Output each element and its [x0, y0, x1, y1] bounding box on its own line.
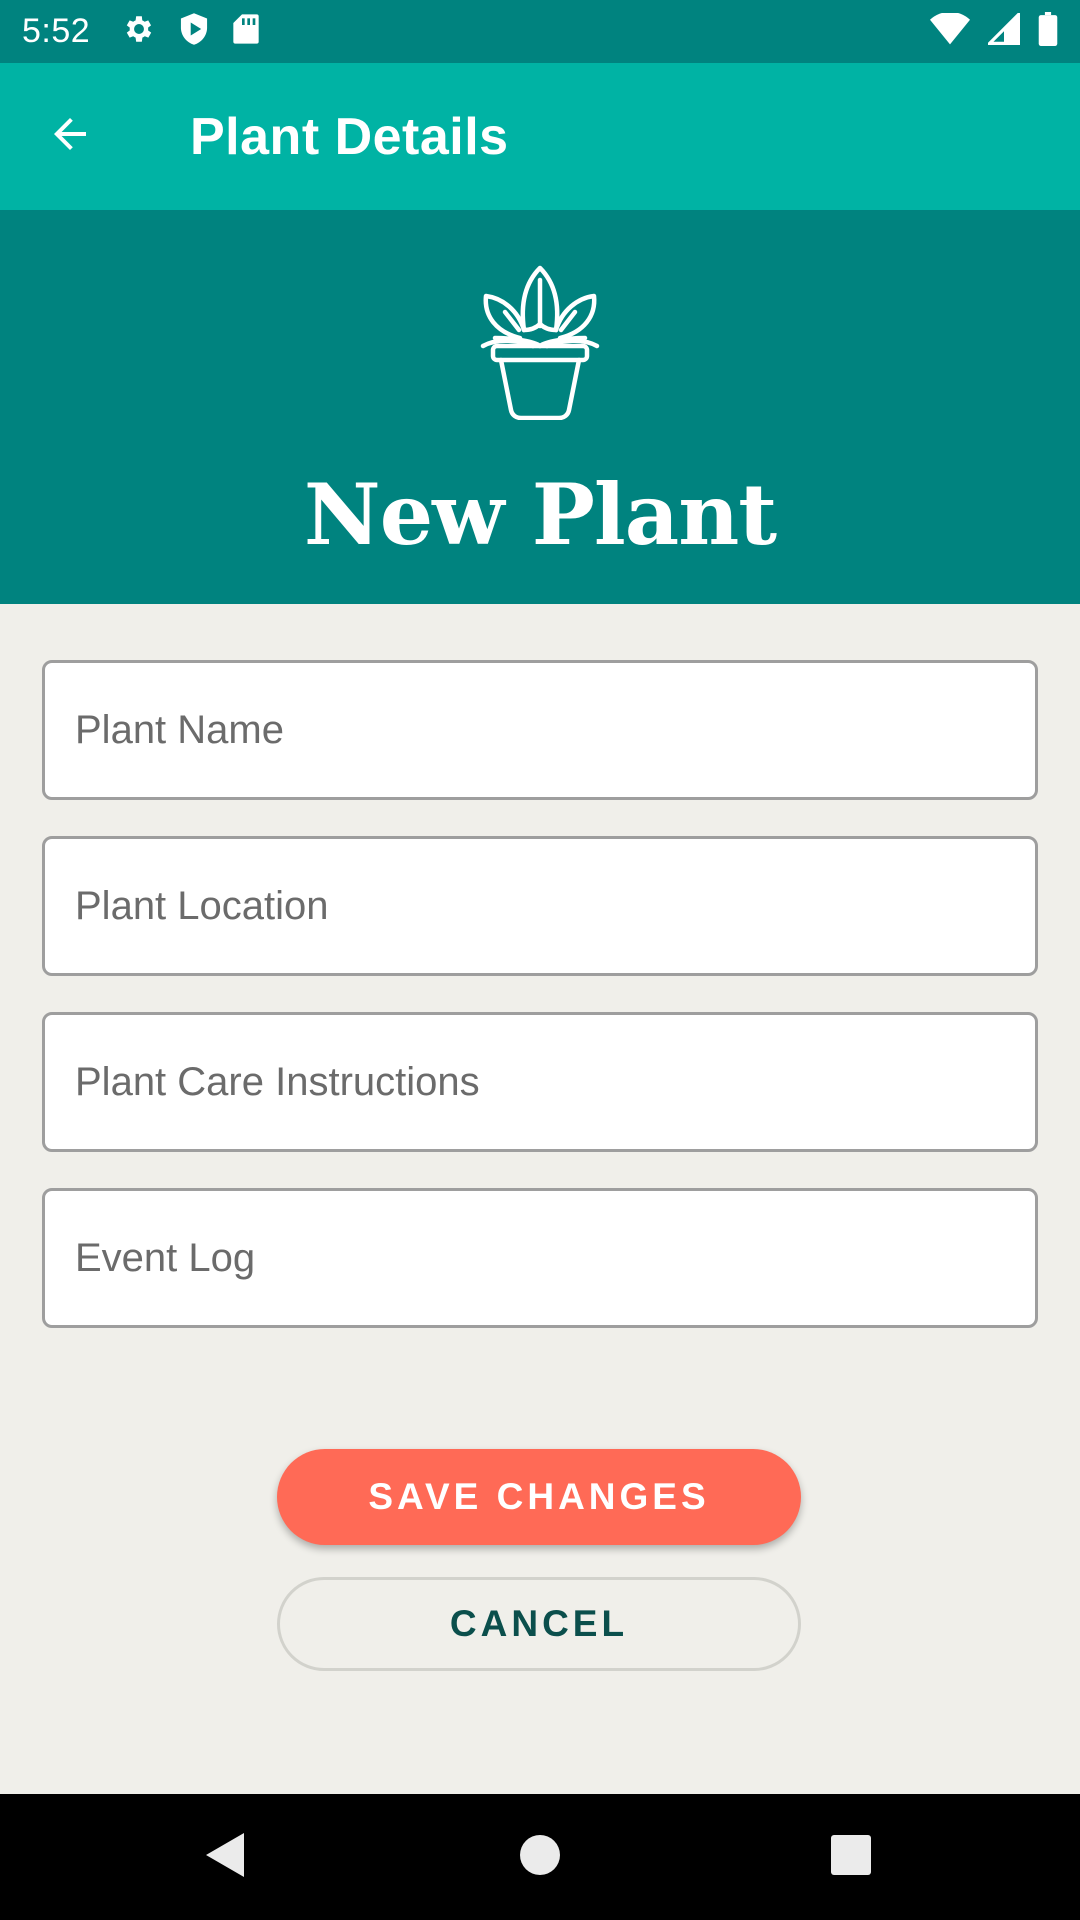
save-changes-button[interactable]: SAVE CHANGES	[277, 1449, 801, 1545]
plant-care-field[interactable]	[42, 1012, 1038, 1152]
recents-square-icon	[830, 1834, 872, 1881]
battery-icon	[1038, 12, 1058, 51]
event-log-input[interactable]	[75, 1235, 1005, 1281]
nav-recents-button[interactable]	[771, 1794, 931, 1920]
home-circle-icon	[518, 1833, 562, 1882]
gear-icon	[122, 12, 156, 51]
cancel-button[interactable]: CANCEL	[277, 1577, 801, 1671]
event-log-field[interactable]	[42, 1188, 1038, 1328]
status-time: 5:52	[22, 12, 91, 50]
plant-name-input[interactable]	[75, 707, 1005, 753]
hero-banner: New Plant	[0, 210, 1080, 604]
plant-name-field[interactable]	[42, 660, 1038, 800]
back-triangle-icon	[202, 1830, 248, 1885]
nav-home-button[interactable]	[460, 1794, 620, 1920]
sd-card-icon	[232, 13, 260, 50]
nav-back-button[interactable]	[145, 1794, 305, 1920]
back-button[interactable]	[0, 63, 140, 210]
status-bar: 5:52	[0, 0, 1080, 63]
plant-care-input[interactable]	[75, 1059, 1005, 1105]
signal-icon	[985, 10, 1020, 50]
page-title: Plant Details	[190, 107, 509, 166]
shield-play-icon	[178, 12, 210, 51]
potted-plant-icon	[475, 260, 605, 425]
wifi-icon	[930, 11, 970, 50]
app-bar: Plant Details	[0, 63, 1080, 210]
system-nav-bar	[0, 1794, 1080, 1920]
hero-heading: New Plant	[303, 465, 777, 564]
arrow-back-icon	[46, 110, 94, 163]
plant-location-input[interactable]	[75, 883, 1005, 929]
plant-location-field[interactable]	[42, 836, 1038, 976]
plant-form	[42, 660, 1038, 1364]
